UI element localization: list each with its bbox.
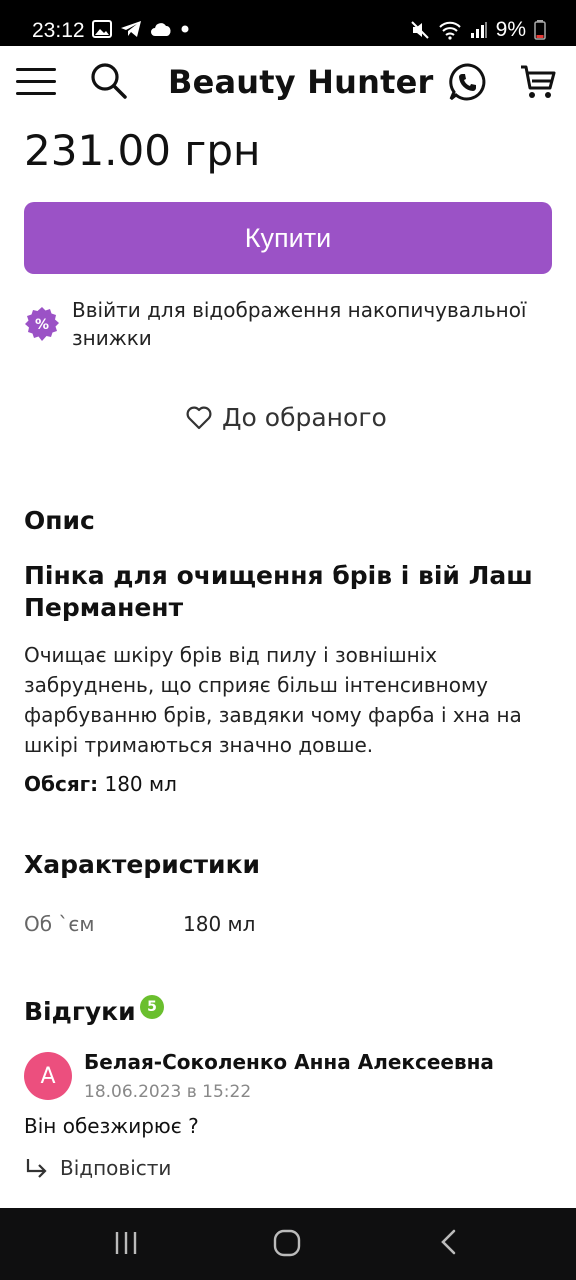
reviews-heading: Відгуки [24,997,136,1026]
add-to-favorites-button[interactable]: До обраного [186,403,387,432]
phone-button[interactable] [448,62,488,106]
review-author: Белая-Соколенко Анна Алексеевна [84,1050,494,1074]
app-title[interactable]: Beauty Hunter [168,63,434,101]
menu-icon [16,68,56,95]
characteristic-key: Об `єм [24,912,95,936]
percent-badge-text: % [35,317,49,333]
avatar: А [24,1052,72,1100]
app-header: Beauty Hunter [0,46,576,122]
status-right-icons: 9% [410,18,546,42]
discount-text: Ввійти для відображення накопичувальної … [72,296,552,352]
search-icon [91,63,127,99]
heart-icon [186,406,212,429]
login-link[interactable]: Ввійти [72,298,141,322]
search-button[interactable] [88,60,128,104]
status-bar: 23:12 9% [0,0,576,46]
reply-label: Відповісти [60,1156,172,1180]
battery-percent: 9% [495,18,526,41]
review-text: Він обезжирює ? [24,1114,199,1138]
home-button[interactable] [272,1226,302,1262]
status-left-icons [92,20,190,38]
cart-button[interactable] [518,62,558,106]
signal-icon [470,22,487,38]
volume-label: Обсяг: [24,772,99,796]
characteristic-value: 180 мл [183,912,256,936]
review-date: 18.06.2023 в 15:22 [84,1082,252,1102]
mute-icon [410,21,429,39]
wifi-icon [438,21,461,40]
reviews-count-badge: 5 [140,995,164,1019]
back-icon [441,1229,456,1255]
gallery-icon [92,20,112,38]
product-price: 231.00 грн [24,126,261,175]
telegram-icon [121,21,141,37]
system-navigation-bar [0,1208,576,1280]
percent-badge-icon: % [25,307,59,341]
discount-description: для відображення накопичувальної знижки [72,298,527,350]
reply-arrow-icon [26,1159,47,1178]
cloud-icon [151,23,171,36]
reply-button[interactable]: Відповісти [24,1156,171,1180]
product-title: Пінка для очищення брів і вій Лаш Перман… [24,561,533,622]
battery-icon [534,20,546,40]
recent-apps-button[interactable] [112,1226,140,1262]
buy-button[interactable]: Купити [24,202,552,274]
status-time: 23:12 [32,19,85,42]
dot-icon [181,25,189,33]
description-heading: Опис [24,506,95,535]
characteristics-heading: Характеристики [24,850,261,879]
characteristic-row: Об `єм 180 мл [24,912,255,936]
favorite-label: До обраного [222,403,387,432]
product-description: Очищає шкіру брів від пилу і зовнішніх з… [24,643,522,757]
menu-button[interactable] [16,62,56,102]
recent-apps-icon [115,1232,137,1254]
phone-icon [449,63,486,101]
back-button[interactable] [436,1226,462,1262]
cart-icon [521,65,556,98]
volume-value: 180 мл [98,772,177,796]
home-icon [273,1229,301,1257]
product-volume: Обсяг: 180 мл [24,772,177,796]
